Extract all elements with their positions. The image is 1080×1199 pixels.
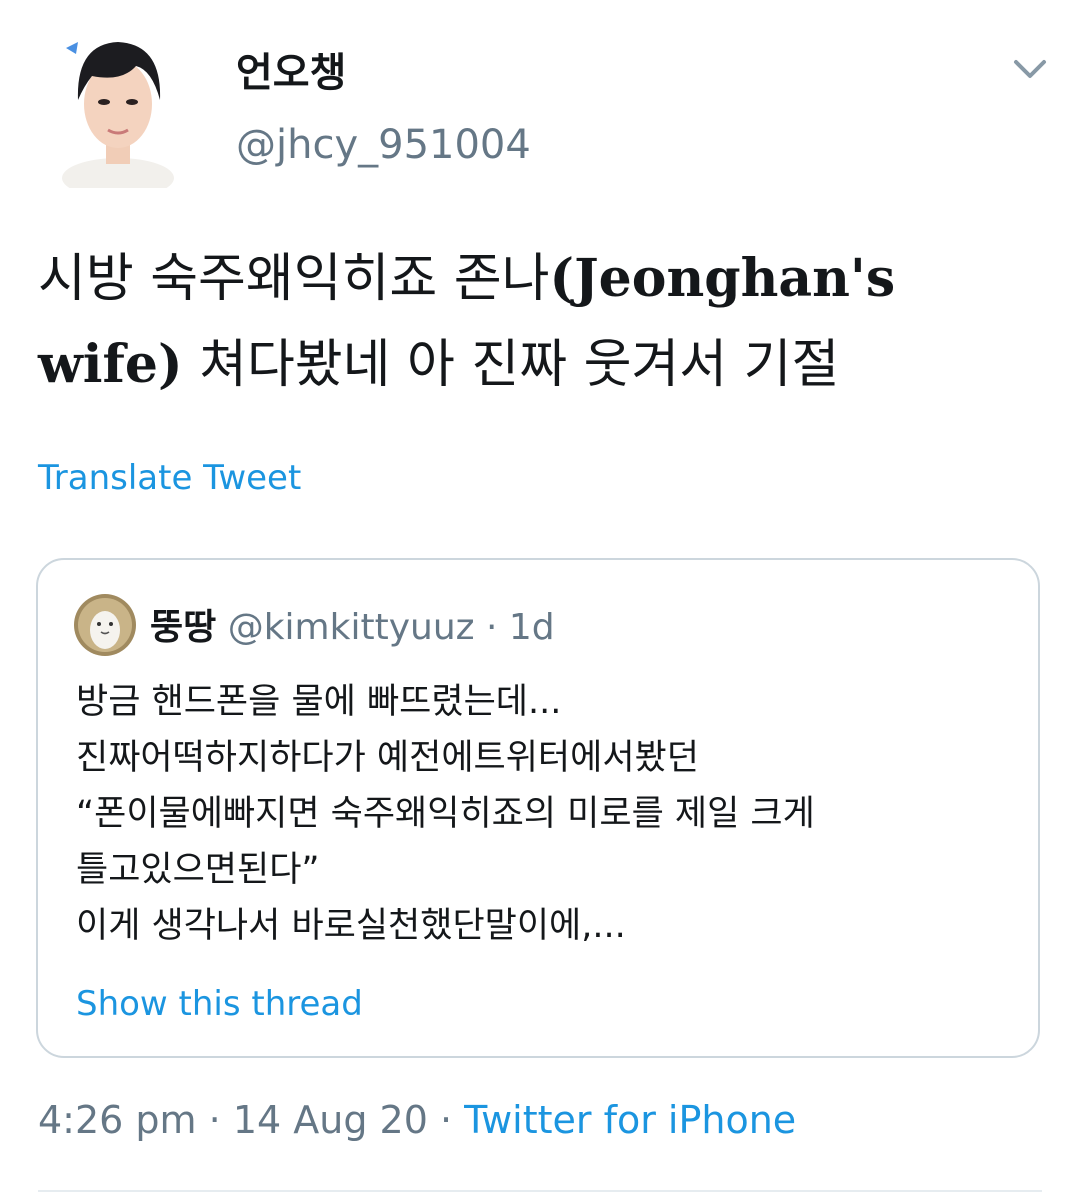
tweet-line-2-latin: wife): [38, 334, 183, 395]
quoted-timestamp: 1d: [508, 607, 555, 648]
quoted-text-line: 틀고있으면된다”: [76, 850, 320, 890]
tweet-time: 4:26 pm: [38, 1098, 197, 1142]
tweet-line-2: wife) 쳐다봤네 아 진짜 웃겨서 기절: [38, 322, 1048, 408]
tweet-line-1: 시방 숙주왜익히죠 존나(Jeonghan's: [38, 236, 1048, 322]
author-handle[interactable]: @jhcy_951004: [236, 122, 531, 168]
tweet-source-link[interactable]: Twitter for iPhone: [464, 1098, 796, 1142]
quoted-text-line: “폰이물에빠지면 숙주왜익히죠의 미로를 제일 크게: [76, 794, 815, 834]
author-display-name[interactable]: 언오챙: [236, 40, 346, 98]
tweet-meta: 4:26 pm · 14 Aug 20 · Twitter for iPhone: [38, 1098, 796, 1142]
quoted-tweet-header: 뚱땅 @kimkittyuuz · 1d: [150, 598, 555, 650]
tweet-date: 14 Aug 20: [232, 1098, 428, 1142]
divider: [38, 1190, 1042, 1192]
quoted-separator: ·: [474, 607, 509, 648]
tweet-line-2-korean: 쳐다봤네 아 진짜 웃겨서 기절: [182, 335, 840, 395]
quoted-text-line: 이게 생각나서 바로실천했단말이에,...: [76, 906, 626, 946]
translate-tweet-link[interactable]: Translate Tweet: [38, 458, 301, 498]
meta-separator: ·: [427, 1098, 465, 1142]
show-thread-link[interactable]: Show this thread: [76, 984, 363, 1024]
author-avatar[interactable]: [62, 26, 174, 198]
tweet-line-1-korean: 시방 숙주왜익히죠 존나: [38, 249, 550, 309]
quoted-author-name: 뚱땅: [150, 607, 217, 648]
quoted-text-line: 방금 핸드폰을 물에 빠뜨렸는데...: [76, 682, 562, 722]
quoted-author-handle: @kimkittyuuz: [227, 607, 475, 648]
quoted-tweet-text: 방금 핸드폰을 물에 빠뜨렸는데... 진짜어떡하지하다가 예전에트위터에서봤던…: [76, 674, 1036, 954]
tweet-line-1-latin: (Jeonghan's: [549, 248, 896, 309]
tweet-text: 시방 숙주왜익히죠 존나(Jeonghan's wife) 쳐다봤네 아 진짜 …: [38, 236, 1048, 408]
quoted-tweet-card[interactable]: 뚱땅 @kimkittyuuz · 1d 방금 핸드폰을 물에 빠뜨렸는데...…: [36, 558, 1040, 1058]
quoted-text-line: 진짜어떡하지하다가 예전에트위터에서봤던: [76, 738, 699, 778]
quoted-author-avatar: [74, 594, 136, 656]
meta-separator: ·: [196, 1098, 233, 1142]
chevron-down-icon[interactable]: [1010, 54, 1050, 84]
